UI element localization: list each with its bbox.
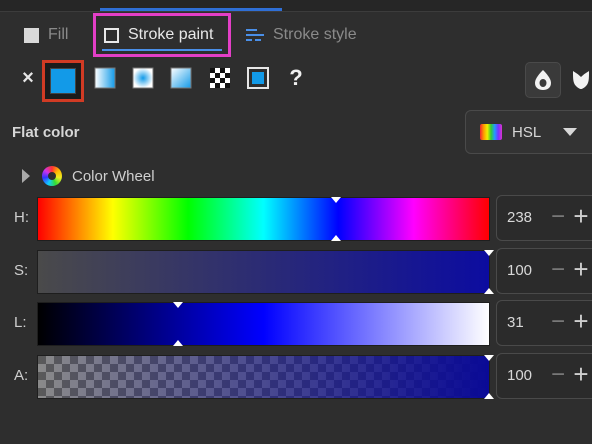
tab-stroke-paint[interactable]: Stroke paint <box>93 13 231 57</box>
lightness-marker-top[interactable] <box>172 302 183 308</box>
fill-rule-nonzero-button[interactable] <box>564 62 592 96</box>
panel-top-edge <box>0 0 592 12</box>
chevron-down-icon <box>563 128 578 136</box>
hue-decrement-button[interactable]: − <box>549 203 567 231</box>
radial-gradient-icon <box>132 67 154 89</box>
question-icon: ? <box>289 65 303 90</box>
color-wheel-icon <box>42 166 62 186</box>
alpha-slider[interactable] <box>37 355 494 399</box>
close-icon: × <box>22 66 34 89</box>
pattern-icon <box>210 68 230 88</box>
hue-row: H: 238 − + <box>0 195 592 243</box>
saturation-marker-top[interactable] <box>484 250 494 256</box>
flat-color-button[interactable] <box>42 60 84 102</box>
saturation-spinbox[interactable]: 100 − + <box>496 248 592 294</box>
tab-fill[interactable]: Fill <box>24 12 68 58</box>
lightness-value[interactable]: 31 <box>507 314 524 331</box>
mesh-gradient-icon <box>170 67 192 89</box>
lightness-marker-bottom[interactable] <box>172 340 183 346</box>
saturation-increment-button[interactable]: + <box>572 254 590 285</box>
saturation-marker-bottom[interactable] <box>484 288 494 294</box>
swatch-button[interactable] <box>246 66 270 90</box>
alpha-increment-button[interactable]: + <box>572 359 590 390</box>
saturation-slider[interactable] <box>37 250 494 294</box>
saturation-decrement-button[interactable]: − <box>549 256 567 284</box>
tab-fill-label: Fill <box>48 26 69 43</box>
active-panel-indicator <box>100 8 282 11</box>
nonzero-icon <box>573 71 589 89</box>
flat-color-icon <box>50 68 76 94</box>
linear-gradient-button[interactable] <box>93 66 117 90</box>
evenodd-icon <box>535 70 551 90</box>
color-mode-dropdown[interactable]: HSL <box>465 110 592 154</box>
lightness-slider[interactable] <box>37 302 490 346</box>
tab-stroke-style[interactable]: Stroke style <box>246 12 357 58</box>
alpha-decrement-button[interactable]: − <box>549 361 567 389</box>
color-mode-label: HSL <box>512 123 542 141</box>
saturation-value[interactable]: 100 <box>507 262 532 279</box>
saturation-letter: S: <box>14 262 29 279</box>
hue-increment-button[interactable]: + <box>572 201 590 232</box>
hue-marker-top[interactable] <box>330 197 341 203</box>
unset-paint-button[interactable]: ? <box>284 65 308 90</box>
fill-rule-evenodd-button[interactable] <box>525 62 561 98</box>
swatch-icon <box>247 67 269 89</box>
color-mode-icon <box>480 124 502 140</box>
saturation-row: S: 100 − + <box>0 248 592 296</box>
lightness-increment-button[interactable]: + <box>572 306 590 337</box>
tab-stroke-paint-label: Stroke paint <box>128 26 214 43</box>
hue-marker-bottom[interactable] <box>330 235 341 241</box>
pattern-button[interactable] <box>208 66 232 90</box>
hue-spinbox[interactable]: 238 − + <box>496 195 592 241</box>
alpha-letter: A: <box>14 367 29 384</box>
expand-triangle-icon <box>22 169 30 183</box>
alpha-spinbox[interactable]: 100 − + <box>496 353 592 399</box>
hue-value[interactable]: 238 <box>507 209 532 226</box>
mesh-gradient-button[interactable] <box>169 66 193 90</box>
lightness-decrement-button[interactable]: − <box>549 308 567 336</box>
hue-slider[interactable] <box>37 197 490 241</box>
no-paint-button[interactable]: × <box>16 66 40 90</box>
color-wheel-expander[interactable]: Color Wheel <box>22 164 155 188</box>
radial-gradient-button[interactable] <box>131 66 155 90</box>
tab-stroke-style-label: Stroke style <box>273 26 357 43</box>
alpha-marker-bottom[interactable] <box>484 393 494 399</box>
alpha-marker-top[interactable] <box>484 355 494 361</box>
color-wheel-label: Color Wheel <box>72 167 155 185</box>
fill-swatch-icon <box>24 27 39 43</box>
stroke-style-icon <box>246 28 264 42</box>
alpha-row: A: 100 − + <box>0 353 592 401</box>
stroke-square-icon <box>104 27 119 43</box>
lightness-spinbox[interactable]: 31 − + <box>496 300 592 346</box>
lightness-row: L: 31 − + <box>0 300 592 348</box>
alpha-value[interactable]: 100 <box>507 367 532 384</box>
active-tab-underline <box>102 49 222 51</box>
hue-letter: H: <box>14 209 29 226</box>
paint-type-toolbar: × ? <box>0 60 592 104</box>
lightness-letter: L: <box>14 314 27 331</box>
section-title: Flat color <box>12 124 80 141</box>
linear-gradient-icon <box>94 67 116 89</box>
paint-tabs: Fill Stroke paint Stroke style <box>0 12 592 58</box>
